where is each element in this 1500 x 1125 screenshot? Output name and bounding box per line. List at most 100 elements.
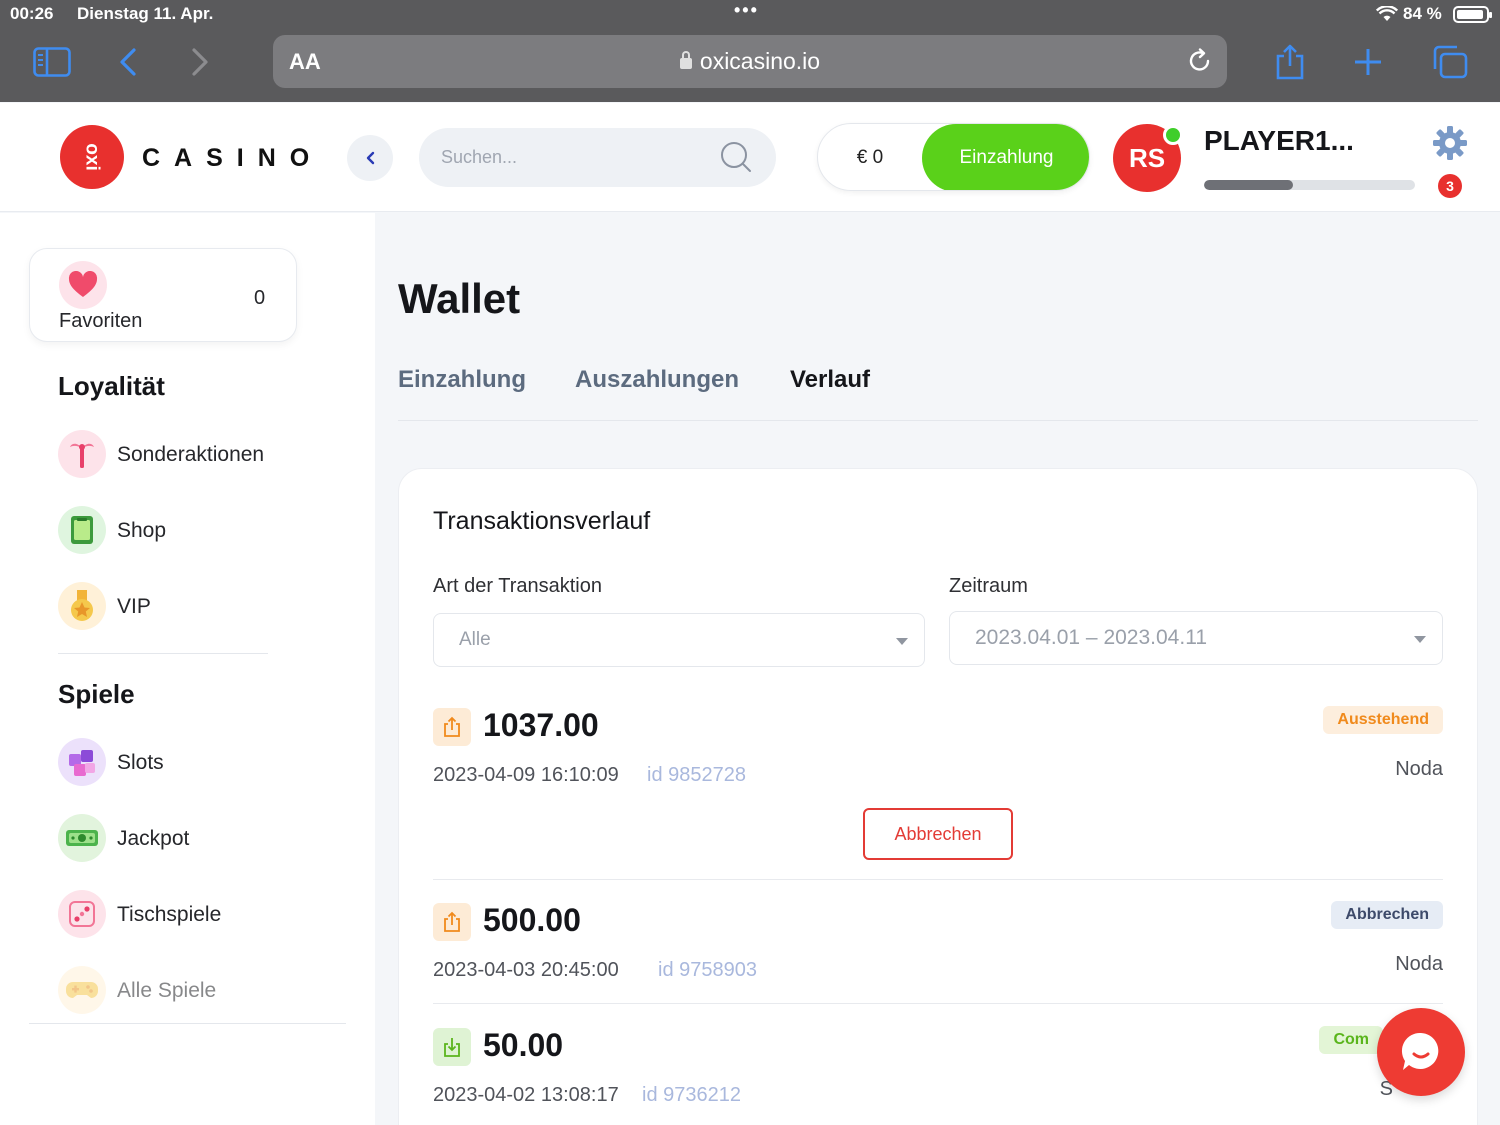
url-text: oxicasino.io	[699, 48, 821, 74]
battery-icon	[1453, 6, 1492, 23]
transaction-amount: 1037.00	[483, 707, 599, 743]
sidebar-item-label: Tischspiele	[117, 903, 222, 926]
logo-mark[interactable]: oxi	[60, 125, 124, 189]
transaction-type-label: Art der Transaktion	[433, 575, 602, 597]
sidebar-item-promotions[interactable]: Sonderaktionen	[58, 430, 298, 480]
period-select[interactable]: 2023.04.01 – 2023.04.11	[949, 611, 1443, 665]
sidebar-item-all-games[interactable]: Alle Spiele	[58, 966, 298, 1016]
row-divider	[433, 1003, 1443, 1004]
transaction-id: id 9852728	[647, 764, 746, 786]
slots-icon	[58, 738, 106, 786]
payment-method: Noda	[1395, 953, 1443, 975]
withdraw-arrow-icon	[433, 903, 471, 941]
games-heading: Spiele	[58, 679, 135, 709]
transaction-amount: 50.00	[483, 1027, 564, 1063]
status-badge: Ausstehend	[1323, 706, 1443, 734]
tab-withdrawals[interactable]: Auszahlungen	[575, 366, 739, 394]
sidebar-item-label: Slots	[117, 751, 164, 774]
sidebar-divider	[29, 1023, 346, 1024]
notification-badge[interactable]: 3	[1438, 174, 1462, 198]
palm-tree-icon	[58, 430, 106, 478]
period-label: Zeitraum	[949, 575, 1028, 597]
transaction-date: 2023-04-09 16:10:09	[433, 764, 619, 786]
search-icon[interactable]	[720, 141, 752, 178]
sidebar-item-label: VIP	[117, 595, 151, 618]
share-icon[interactable]	[1268, 42, 1312, 82]
transaction-history-card: Transaktionsverlauf Art der Transaktion …	[398, 468, 1478, 1125]
level-progress-bar	[1204, 180, 1415, 190]
balance-widget: € 0 Einzahlung	[817, 123, 1090, 191]
status-date: Dienstag 11. Apr.	[77, 4, 214, 23]
address-bar[interactable]: AA oxicasino.io	[273, 35, 1227, 88]
cancel-transaction-button[interactable]: Abbrechen	[863, 808, 1013, 860]
status-badge: Abbrechen	[1331, 901, 1443, 929]
period-value: 2023.04.01 – 2023.04.11	[975, 626, 1207, 649]
tab-history[interactable]: Verlauf	[790, 366, 870, 394]
favorites-count: 0	[254, 287, 266, 309]
online-status-dot	[1163, 125, 1183, 145]
player-name[interactable]: PLAYER1...	[1204, 125, 1354, 157]
balance-amount[interactable]: € 0	[818, 124, 922, 190]
gear-icon[interactable]	[1432, 125, 1468, 161]
transaction-date: 2023-04-03 20:45:00	[433, 959, 619, 981]
transaction-type-select[interactable]: Alle	[433, 613, 925, 667]
status-badge: Com	[1319, 1026, 1383, 1054]
jackpot-icon	[58, 814, 106, 862]
deposit-button[interactable]: Einzahlung	[922, 124, 1089, 190]
page-title: Wallet	[398, 275, 521, 322]
card-title: Transaktionsverlauf	[433, 507, 651, 535]
tabs-overview-icon[interactable]	[1428, 42, 1472, 82]
sidebar-item-label: Sonderaktionen	[117, 443, 265, 466]
search-input[interactable]	[441, 143, 701, 171]
row-divider	[433, 879, 1443, 880]
status-bar: 00:26 Dienstag 11. Apr. ••• 84 %	[0, 0, 1500, 28]
sidebar-item-jackpot[interactable]: Jackpot	[58, 814, 298, 864]
favorites-label: Favoriten	[59, 310, 143, 332]
lock-icon	[679, 51, 692, 69]
chat-bubble-icon	[1401, 1032, 1439, 1070]
transaction-amount: 500.00	[483, 902, 581, 938]
site-header: oxi CASINO € 0 Einzahlung RS PLAYER1...	[0, 103, 1500, 212]
dice-icon	[58, 890, 106, 938]
shop-icon	[58, 506, 106, 554]
tabs-divider	[398, 420, 1478, 421]
multitasking-dots-icon[interactable]: •••	[734, 0, 759, 21]
chevron-down-icon	[1414, 636, 1426, 643]
sidebar-item-vip[interactable]: VIP	[58, 582, 298, 632]
sidebar-toggle-icon[interactable]	[30, 42, 74, 82]
tab-deposit[interactable]: Einzahlung	[398, 366, 526, 394]
search-box[interactable]	[419, 128, 776, 187]
wifi-icon	[1376, 6, 1398, 21]
transaction-type-value: Alle	[459, 629, 491, 650]
status-time: 00:26	[10, 4, 54, 23]
loyalty-heading: Loyalität	[58, 371, 165, 401]
collapse-sidebar-button[interactable]	[347, 135, 393, 181]
reload-icon[interactable]	[1187, 48, 1213, 79]
sidebar-item-label: Shop	[117, 519, 167, 542]
forward-arrow-icon[interactable]	[178, 42, 222, 82]
new-tab-plus-icon[interactable]	[1346, 42, 1390, 82]
live-chat-button[interactable]	[1377, 1008, 1465, 1096]
sidebar-item-slots[interactable]: Slots	[58, 738, 298, 788]
logo-text[interactable]: CASINO	[142, 144, 323, 173]
battery-percent: 84 %	[1403, 4, 1442, 23]
sidebar-divider	[58, 653, 268, 654]
favorites-card[interactable]: Favoriten 0	[29, 248, 297, 342]
sidebar-item-shop[interactable]: Shop	[58, 506, 298, 556]
vip-medal-icon	[58, 582, 106, 630]
sidebar-item-table-games[interactable]: Tischspiele	[58, 890, 298, 940]
sidebar: Favoriten 0 Loyalität Sonderaktionen Sho…	[0, 213, 375, 1125]
transaction-id: id 9758903	[658, 959, 757, 981]
deposit-arrow-icon	[433, 1028, 471, 1066]
sidebar-item-label: Alle Spiele	[117, 979, 217, 1002]
chevron-down-icon	[896, 638, 908, 645]
payment-method: Noda	[1395, 758, 1443, 780]
browser-toolbar: AA oxicasino.io	[0, 28, 1500, 102]
transaction-date: 2023-04-02 13:08:17	[433, 1084, 619, 1106]
withdraw-arrow-icon	[433, 708, 471, 746]
back-arrow-icon[interactable]	[106, 42, 150, 82]
gamepad-icon	[58, 966, 106, 1014]
heart-icon	[59, 261, 107, 309]
chevron-left-icon	[366, 151, 375, 165]
sidebar-item-label: Jackpot	[117, 827, 190, 850]
